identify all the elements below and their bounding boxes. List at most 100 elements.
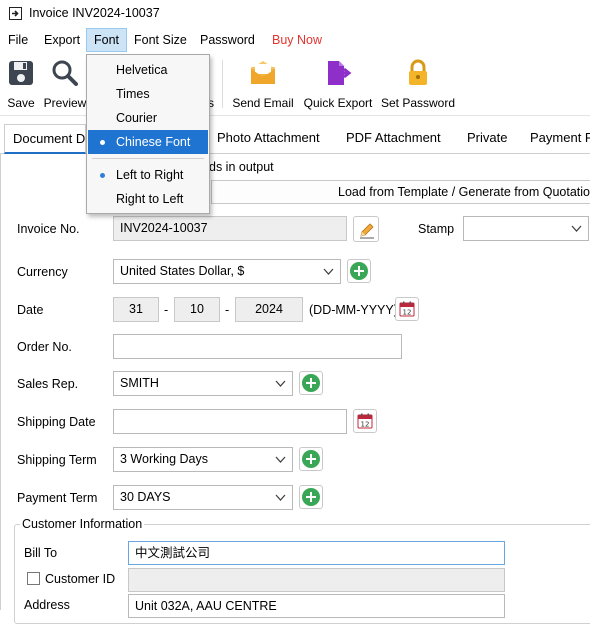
font-option-label: Courier xyxy=(116,111,157,125)
calendar-icon: 12 xyxy=(399,301,415,317)
date-year-field[interactable]: 2024 xyxy=(235,297,303,322)
add-sales-rep-button[interactable] xyxy=(299,371,323,395)
tab-pdf-attachment[interactable]: PDF Attachment xyxy=(338,124,449,154)
invoice-no-label: Invoice No. xyxy=(17,222,80,236)
menu-separator xyxy=(92,158,204,159)
floppy-disk-icon xyxy=(9,61,33,85)
set-password-button[interactable]: Set Password xyxy=(378,58,458,114)
payment-term-label: Payment Term xyxy=(17,491,98,505)
shipping-date-picker-button[interactable]: 12 xyxy=(353,409,377,433)
selected-bullet-icon xyxy=(100,173,105,178)
sales-rep-label: Sales Rep. xyxy=(17,377,79,391)
svg-text:12: 12 xyxy=(361,421,370,429)
envelope-icon xyxy=(251,61,275,84)
direction-option-left-to-right[interactable]: Left to Right xyxy=(88,163,208,187)
date-separator: - xyxy=(164,303,169,317)
customer-id-checkbox[interactable] xyxy=(27,572,40,585)
magnifier-icon xyxy=(52,60,78,86)
svg-text:12: 12 xyxy=(403,309,412,317)
date-format-hint: (DD-MM-YYYY) xyxy=(309,303,398,317)
window-title: Invoice INV2024-10037 xyxy=(29,6,160,20)
menu-font-size[interactable]: Font Size xyxy=(127,28,194,52)
font-option-label: Helvetica xyxy=(116,63,168,77)
payment-term-value: 30 DAYS xyxy=(120,490,171,504)
menu-password[interactable]: Password xyxy=(193,28,262,52)
set-password-label: Set Password xyxy=(380,96,456,110)
stamp-label: Stamp xyxy=(418,222,455,236)
payment-term-dropdown[interactable]: 30 DAYS xyxy=(113,485,293,510)
tab-private[interactable]: Private xyxy=(459,124,515,154)
direction-option-label: Right to Left xyxy=(116,192,184,206)
calendar-icon: 12 xyxy=(357,413,373,429)
menu-file[interactable]: File xyxy=(1,28,35,52)
shipping-term-dropdown[interactable]: 3 Working Days xyxy=(113,447,293,472)
load-template-button[interactable]: Load from Template / Generate from Quota… xyxy=(211,180,590,204)
tab-payment[interactable]: Payment F xyxy=(522,124,590,154)
currency-value: United States Dollar, $ xyxy=(120,264,245,278)
direction-option-label: Left to Right xyxy=(116,168,184,182)
padlock-icon xyxy=(409,59,427,85)
chevron-down-icon xyxy=(571,225,582,232)
menu-export[interactable]: Export xyxy=(37,28,87,52)
font-option-label: Chinese Font xyxy=(116,135,191,149)
menu-bar: File Export Font Font Size Password Buy … xyxy=(0,28,590,52)
direction-option-right-to-left[interactable]: Right to Left xyxy=(88,187,208,211)
preview-label: Preview xyxy=(43,96,87,110)
preview-button[interactable]: Preview xyxy=(42,58,88,114)
font-option-helvetica[interactable]: Helvetica xyxy=(88,58,208,82)
shipping-term-value: 3 Working Days xyxy=(120,452,208,466)
shipping-date-field[interactable] xyxy=(113,409,347,434)
menu-buy-now[interactable]: Buy Now xyxy=(265,28,329,52)
date-day-field[interactable]: 31 xyxy=(113,297,159,322)
customer-id-field xyxy=(128,568,505,592)
font-option-courier[interactable]: Courier xyxy=(88,106,208,130)
title-bar: Invoice INV2024-10037 xyxy=(0,0,590,28)
add-shipping-term-button[interactable] xyxy=(299,447,323,471)
document-details-panel: ds in output Load from Template / Genera… xyxy=(0,154,590,624)
pencil-icon xyxy=(360,223,374,239)
save-button[interactable]: Save xyxy=(4,58,38,114)
menu-font[interactable]: Font xyxy=(86,28,128,52)
font-option-chinese-font[interactable]: Chinese Font xyxy=(88,130,208,154)
output-option-text: ds in output xyxy=(209,160,274,174)
chevron-down-icon xyxy=(275,380,286,387)
font-option-times[interactable]: Times xyxy=(88,82,208,106)
selected-bullet-icon xyxy=(100,140,105,145)
date-picker-button[interactable]: 12 xyxy=(395,297,419,321)
chevron-down-icon xyxy=(323,268,334,275)
stamp-dropdown[interactable] xyxy=(463,216,589,241)
chevron-down-icon xyxy=(275,494,286,501)
add-payment-term-button[interactable] xyxy=(299,485,323,509)
font-option-label: Times xyxy=(116,87,150,101)
bill-to-field[interactable]: 中文測試公司 xyxy=(128,541,505,565)
bill-to-label: Bill To xyxy=(24,546,58,560)
invoice-no-field[interactable]: INV2024-10037 xyxy=(113,216,347,241)
add-currency-button[interactable] xyxy=(347,259,371,283)
address-field[interactable]: Unit 032A, AAU CENTRE xyxy=(128,594,505,618)
currency-label: Currency xyxy=(17,265,68,279)
save-label: Save xyxy=(7,96,35,110)
edit-invoice-no-button[interactable] xyxy=(353,216,379,242)
tab-photo-attachment[interactable]: Photo Attachment xyxy=(209,124,328,154)
send-email-button[interactable]: Send Email xyxy=(230,58,296,114)
order-no-field[interactable] xyxy=(113,334,402,359)
toolbar-separator xyxy=(222,60,223,108)
sales-rep-value: SMITH xyxy=(120,376,159,390)
quick-export-label: Quick Export xyxy=(303,96,373,110)
shipping-term-label: Shipping Term xyxy=(17,453,97,467)
date-separator: - xyxy=(225,303,230,317)
load-template-label: Load from Template / Generate from Quota… xyxy=(338,185,590,199)
font-dropdown-menu: Helvetica Times Courier Chinese Font Lef… xyxy=(86,54,210,214)
plus-icon xyxy=(350,262,368,280)
customer-id-label: Customer ID xyxy=(45,572,116,586)
date-label: Date xyxy=(17,303,44,317)
currency-dropdown[interactable]: United States Dollar, $ xyxy=(113,259,341,284)
tab-document-details[interactable]: Document D xyxy=(4,124,86,154)
sales-rep-dropdown[interactable]: SMITH xyxy=(113,371,293,396)
quick-export-button[interactable]: Quick Export xyxy=(302,58,374,114)
chevron-down-icon xyxy=(275,456,286,463)
plus-icon xyxy=(302,488,320,506)
order-no-label: Order No. xyxy=(17,340,72,354)
date-month-field[interactable]: 10 xyxy=(174,297,220,322)
plus-icon xyxy=(302,450,320,468)
